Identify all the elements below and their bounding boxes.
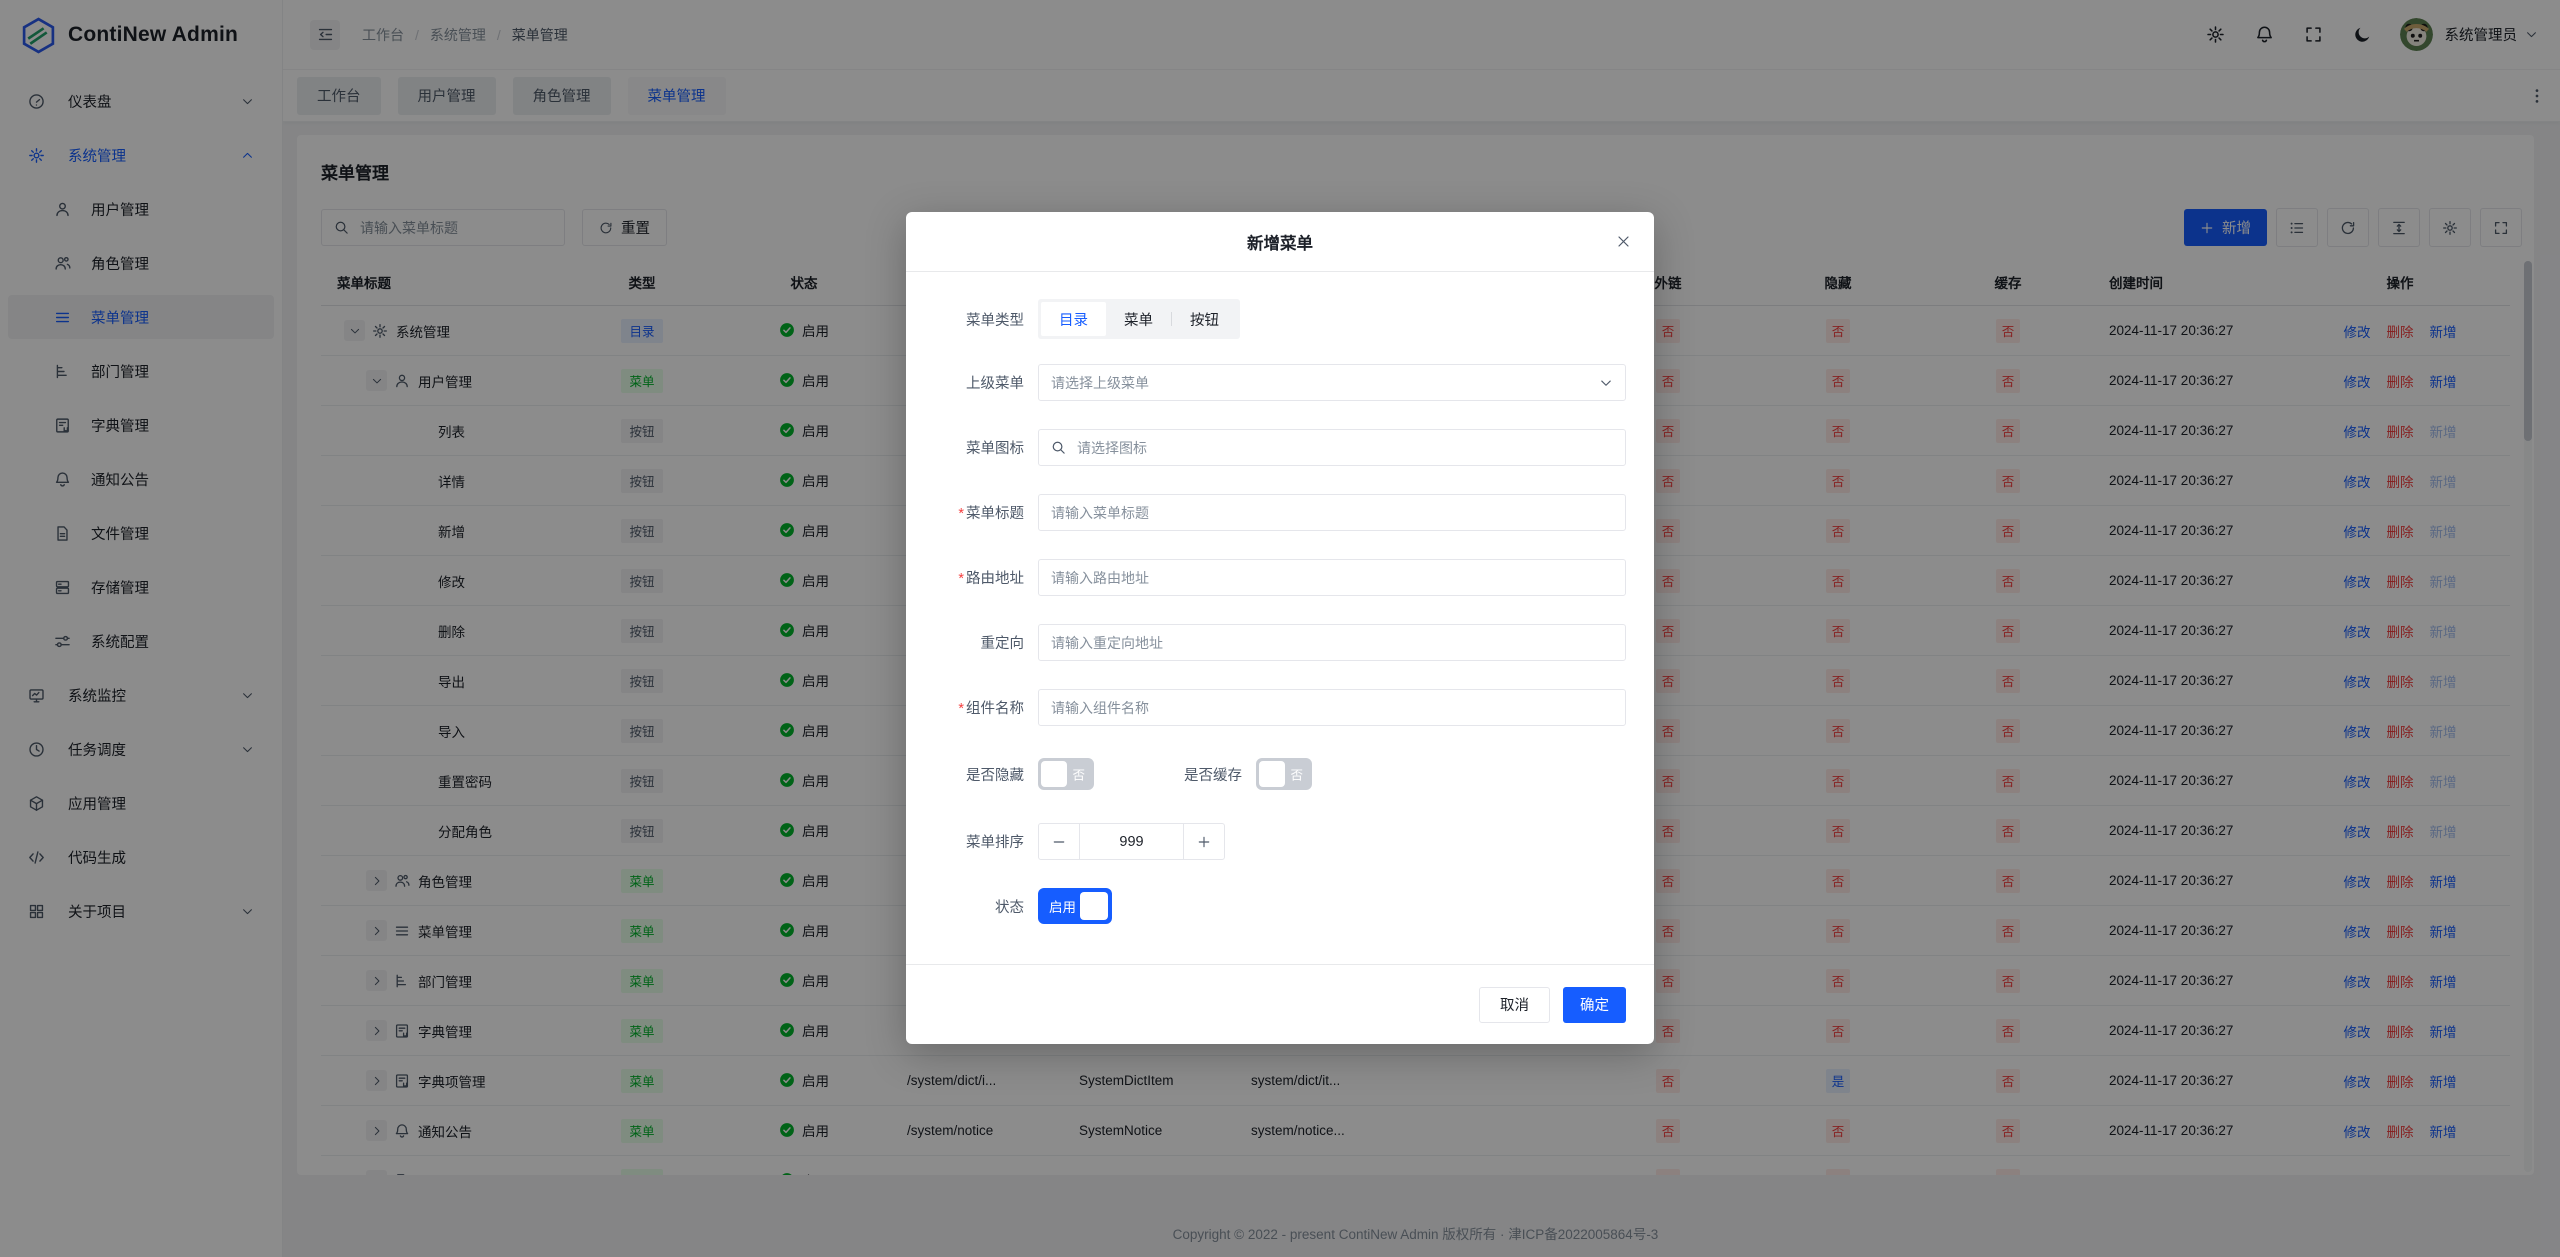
status-label: 状态 [934, 896, 1024, 917]
switch-state-text: 否 [1290, 765, 1303, 784]
field-route-path: 路由地址 [934, 559, 1626, 596]
field-menu-title: 菜单标题 [934, 494, 1626, 531]
modal-header: 新增菜单 [906, 212, 1654, 272]
modal-footer: 取消 确定 [906, 964, 1654, 1044]
component-name-input[interactable] [1038, 689, 1626, 726]
menu-title-label: 菜单标题 [934, 502, 1024, 523]
parent-menu-label: 上级菜单 [934, 372, 1024, 393]
menu-type-label: 菜单类型 [934, 309, 1024, 330]
plus-icon [1197, 835, 1211, 849]
menu-icon-label: 菜单图标 [934, 437, 1024, 458]
modal-body: 菜单类型 目录 菜单 按钮 上级菜单 请选择上级菜单 [906, 272, 1654, 924]
parent-menu-select[interactable]: 请选择上级菜单 [1038, 364, 1626, 401]
route-path-label: 路由地址 [934, 567, 1024, 588]
close-icon[interactable] [1616, 234, 1631, 249]
field-switches: 是否隐藏 否 是否缓存 否 [934, 758, 1626, 790]
field-component-name: 组件名称 [934, 689, 1626, 726]
segment-button[interactable]: 按钮 [1172, 302, 1237, 336]
redirect-input[interactable] [1038, 624, 1626, 661]
segment-menu[interactable]: 菜单 [1106, 302, 1171, 336]
chevron-down-icon [1599, 376, 1613, 390]
switch-knob [1041, 761, 1067, 787]
minus-icon [1052, 835, 1066, 849]
stepper-increase-button[interactable] [1183, 824, 1224, 859]
switch-knob [1080, 892, 1108, 920]
route-path-input[interactable] [1038, 559, 1626, 596]
add-menu-modal: 新增菜单 菜单类型 目录 菜单 按钮 上级菜单 [906, 212, 1654, 1044]
menu-sort-input[interactable] [1080, 824, 1183, 859]
component-name-label: 组件名称 [934, 697, 1024, 718]
field-menu-type: 菜单类型 目录 菜单 按钮 [934, 299, 1626, 339]
menu-type-segmented: 目录 菜单 按钮 [1038, 299, 1240, 339]
parent-menu-placeholder: 请选择上级菜单 [1051, 373, 1149, 393]
switch-state-text: 启用 [1049, 896, 1076, 916]
segment-directory[interactable]: 目录 [1041, 302, 1106, 336]
field-redirect: 重定向 [934, 624, 1626, 661]
app-screen: ContiNew Admin 仪表盘系统管理用户管理角色管理菜单管理部门管理字典… [0, 0, 2560, 1257]
menu-sort-stepper [1038, 823, 1225, 860]
menu-title-input[interactable] [1038, 494, 1626, 531]
is-hidden-switch[interactable]: 否 [1038, 758, 1094, 790]
switch-knob [1259, 761, 1285, 787]
cancel-button[interactable]: 取消 [1479, 987, 1550, 1023]
is-hidden-label: 是否隐藏 [934, 764, 1024, 785]
confirm-button[interactable]: 确定 [1563, 987, 1626, 1023]
field-menu-sort: 菜单排序 [934, 823, 1626, 860]
modal-title: 新增菜单 [1247, 230, 1313, 254]
menu-icon-input[interactable] [1075, 439, 1613, 457]
field-menu-icon: 菜单图标 [934, 429, 1626, 466]
stepper-decrease-button[interactable] [1039, 824, 1080, 859]
switch-state-text: 否 [1072, 765, 1085, 784]
redirect-label: 重定向 [934, 632, 1024, 653]
is-cached-switch[interactable]: 否 [1256, 758, 1312, 790]
is-cached-label: 是否缓存 [1184, 764, 1242, 785]
field-parent-menu: 上级菜单 请选择上级菜单 [934, 364, 1626, 401]
search-icon [1051, 440, 1066, 455]
menu-icon-picker[interactable] [1038, 429, 1626, 466]
status-switch[interactable]: 启用 [1038, 888, 1112, 924]
menu-sort-label: 菜单排序 [934, 831, 1024, 852]
field-status: 状态 启用 [934, 888, 1626, 924]
